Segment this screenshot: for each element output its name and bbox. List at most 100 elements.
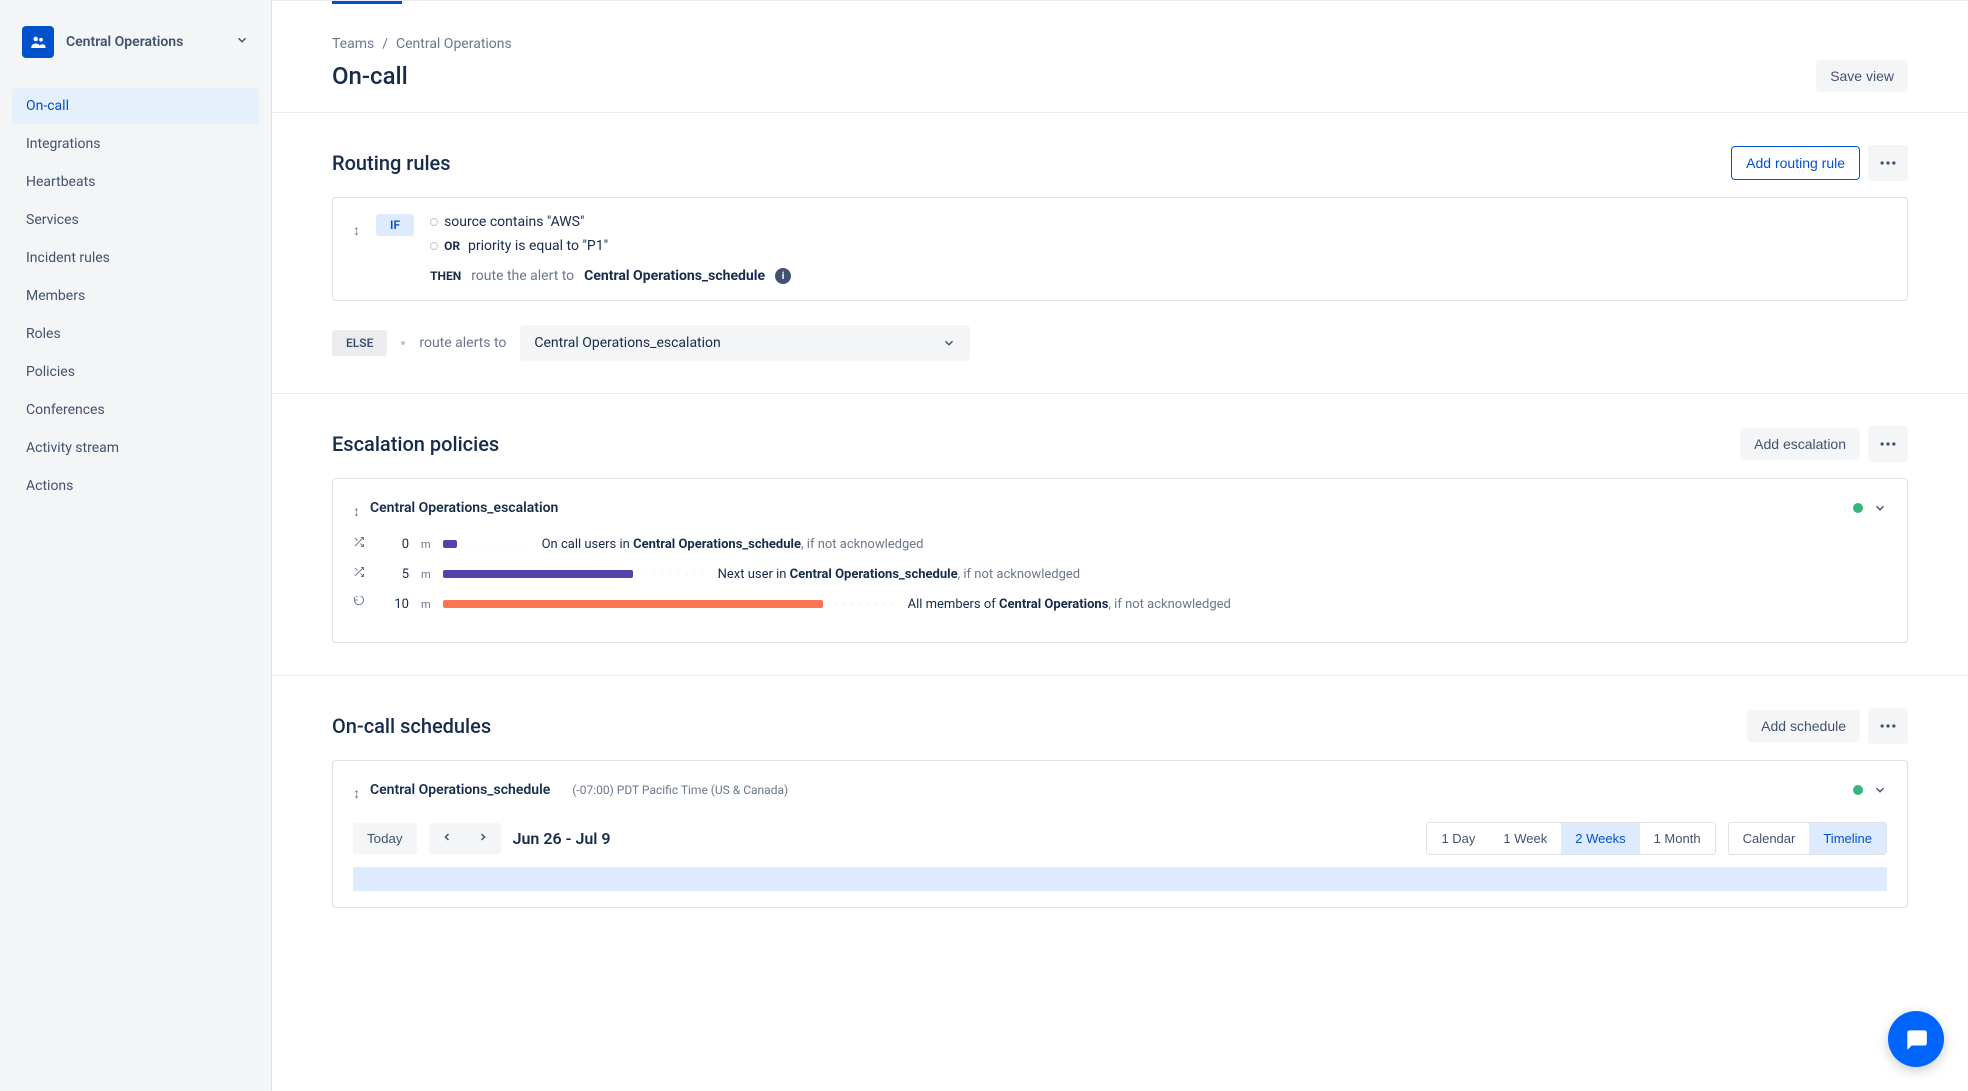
else-target-value: Central Operations_escalation [534,335,720,351]
nav-item-policies[interactable]: Policies [12,354,259,390]
add-schedule-button[interactable]: Add schedule [1747,710,1860,742]
routing-more-button[interactable] [1868,145,1908,181]
routing-rules-section: Routing rules Add routing rule ↕ IF sour… [272,113,1968,394]
dot-separator [401,341,405,345]
then-prefix: route the alert to [471,268,574,284]
routing-rule-card[interactable]: ↕ IF source contains "AWS" OR priority i… [332,197,1908,301]
schedule-name: Central Operations_schedule [370,782,550,798]
range-selector: 1 Day1 Week2 Weeks1 Month [1426,822,1715,855]
timeline-bar[interactable] [353,867,1887,891]
nav-item-on-call[interactable]: On-call [12,88,259,124]
step-unit: m [421,598,431,611]
step-text: Next user in Central Operations_schedule… [718,567,1081,582]
chevron-down-icon[interactable] [1873,501,1887,515]
drag-handle-icon[interactable]: ↕ [353,777,360,802]
condition-1: source contains "AWS" [430,214,791,230]
nav-item-conferences[interactable]: Conferences [12,392,259,428]
status-dot-icon [1853,785,1863,795]
escalation-title: Escalation policies [332,432,499,456]
chevron-down-icon[interactable] [1873,783,1887,797]
schedules-more-button[interactable] [1868,708,1908,744]
status-dot-icon [1853,503,1863,513]
escalation-policies-section: Escalation policies Add escalation ↕ Cen… [272,394,1968,676]
info-icon[interactable]: i [775,268,791,284]
step-bar [443,540,457,548]
else-text: route alerts to [419,335,506,351]
schedules-title: On-call schedules [332,714,491,738]
prev-button[interactable] [429,823,465,854]
breadcrumb-separator: / [382,36,388,52]
chat-widget-button[interactable] [1888,1011,1944,1067]
team-name: Central Operations [66,34,223,51]
escalation-more-button[interactable] [1868,426,1908,462]
step-dots: · · · · · · · · [835,600,896,609]
drag-handle-icon[interactable]: ↕ [353,495,360,520]
step-icon [353,536,367,552]
escalation-name: Central Operations_escalation [370,500,1843,516]
else-row: ELSE route alerts to Central Operations_… [332,325,1908,361]
date-nav [429,823,501,854]
drag-handle-icon[interactable]: ↕ [353,214,360,284]
breadcrumb-teams[interactable]: Teams [332,36,374,52]
nav-item-integrations[interactable]: Integrations [12,126,259,162]
escalation-step: 10 m · · · · · · · · All members of Central… [353,596,1887,612]
page-header: Teams / Central Operations On-call Save … [272,4,1968,113]
escalation-step: 0m · · · · · · · · On call users in Centra… [353,536,1887,552]
nav-item-members[interactable]: Members [12,278,259,314]
nav-item-actions[interactable]: Actions [12,468,259,504]
step-text: All members of Central Operations, if no… [908,597,1231,612]
range-button[interactable]: 1 Week [1489,823,1561,854]
team-selector[interactable]: Central Operations [12,16,259,68]
breadcrumbs: Teams / Central Operations [332,36,1908,52]
next-button[interactable] [465,823,501,854]
view-button[interactable]: Calendar [1729,823,1810,854]
step-bar [443,570,633,578]
nav-item-activity-stream[interactable]: Activity stream [12,430,259,466]
step-dots: · · · · · · · · [469,540,530,549]
nav-item-services[interactable]: Services [12,202,259,238]
save-view-button[interactable]: Save view [1816,60,1908,92]
step-unit: m [421,538,431,551]
view-button[interactable]: Timeline [1809,823,1886,854]
step-time: 5 [379,567,409,582]
main-content: Teams / Central Operations On-call Save … [272,0,1968,1091]
schedule-card[interactable]: ↕ Central Operations_schedule (-07:00) P… [332,760,1908,908]
step-time: 0 [379,537,409,552]
range-button[interactable]: 1 Month [1640,823,1715,854]
schedule-timezone: (-07:00) PDT Pacific Time (US & Canada) [572,783,788,797]
escalation-card[interactable]: ↕ Central Operations_escalation 0m· · · … [332,478,1908,643]
step-dots: · · · · · · · · [645,570,706,579]
else-target-select[interactable]: Central Operations_escalation [520,325,970,361]
nav-item-roles[interactable]: Roles [12,316,259,352]
team-avatar-icon [22,26,54,58]
date-range: Jun 26 - Jul 9 [513,829,611,848]
range-button[interactable]: 2 Weeks [1561,823,1639,854]
condition-2: OR priority is equal to "P1" [430,238,791,254]
then-row: THEN route the alert to Central Operatio… [430,268,791,284]
nav-item-incident-rules[interactable]: Incident rules [12,240,259,276]
page-title: On-call [332,62,408,90]
step-bar [443,600,823,608]
today-button[interactable]: Today [353,823,417,854]
add-escalation-button[interactable]: Add escalation [1740,428,1860,460]
step-icon [353,566,367,582]
condition-2-text: priority is equal to "P1" [468,238,608,254]
on-call-schedules-section: On-call schedules Add schedule ↕ Central… [272,676,1968,940]
then-label: THEN [430,269,461,283]
if-badge: IF [376,214,414,236]
step-time: 10 [379,597,409,612]
condition-1-text: source contains "AWS" [444,214,584,230]
step-text: On call users in Central Operations_sche… [542,537,924,552]
add-routing-rule-button[interactable]: Add routing rule [1731,146,1860,180]
breadcrumb-current[interactable]: Central Operations [396,36,512,52]
nav-item-heartbeats[interactable]: Heartbeats [12,164,259,200]
routing-rules-title: Routing rules [332,151,451,175]
step-icon [353,596,367,612]
escalation-step: 5m · · · · · · · · Next user in Central Op… [353,566,1887,582]
sidebar: Central Operations On-call Integrations … [0,0,272,1091]
step-unit: m [421,568,431,581]
then-target: Central Operations_schedule [584,268,765,284]
chevron-down-icon [235,33,249,51]
or-label: OR [444,239,460,253]
range-button[interactable]: 1 Day [1427,823,1489,854]
